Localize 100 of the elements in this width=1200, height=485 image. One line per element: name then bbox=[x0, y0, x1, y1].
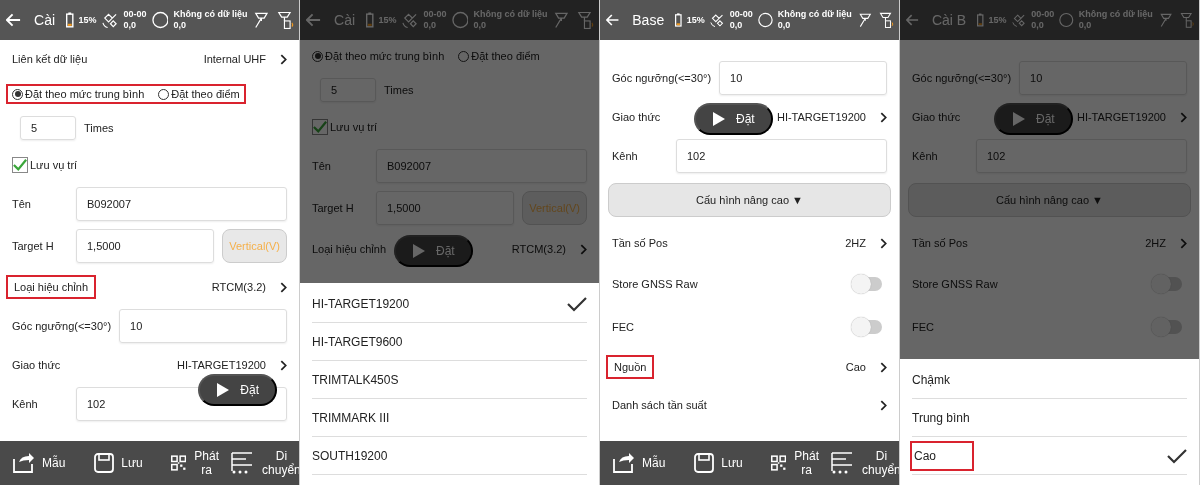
option-label: TRIMMARK III bbox=[312, 410, 390, 425]
list-icon bbox=[231, 451, 254, 475]
battery-level: 15% bbox=[78, 14, 97, 26]
highlighted-label: Loại hiệu chỉnh bbox=[6, 275, 96, 299]
play-button[interactable]: Đặt bbox=[198, 374, 277, 406]
receiver-phone-icon bbox=[878, 10, 895, 30]
satellite-value: 0,0 bbox=[729, 20, 744, 31]
play-button[interactable]: Đặt bbox=[694, 103, 773, 135]
battery-icon bbox=[977, 12, 984, 28]
satellite-count: 00-00 bbox=[729, 9, 753, 20]
chevron-icon bbox=[1180, 111, 1187, 123]
qr-code-icon bbox=[170, 453, 186, 473]
fix-value: 0,0 bbox=[473, 20, 487, 31]
satellite-count: 00-00 bbox=[123, 9, 147, 20]
option-label: HI-TARGET9600 bbox=[312, 334, 403, 349]
chevron-icon bbox=[880, 361, 887, 373]
battery-icon bbox=[675, 12, 682, 28]
play-icon bbox=[1012, 111, 1026, 127]
setting-label: Target H bbox=[312, 202, 355, 214]
check-icon bbox=[1167, 447, 1187, 464]
ring-icon bbox=[757, 11, 773, 29]
screen-title: Cài B bbox=[931, 12, 967, 28]
back-arrow-icon[interactable] bbox=[606, 13, 620, 27]
advanced-config-button[interactable]: Cấu hình nâng cao ▼ bbox=[608, 183, 891, 217]
text-field[interactable]: B092007 bbox=[76, 187, 287, 221]
toolbar-button[interactable]: Mẫu bbox=[10, 450, 68, 476]
setting-label: Tên bbox=[12, 198, 32, 210]
option-label: Chậmk bbox=[912, 372, 950, 387]
receiver-phone-icon bbox=[1178, 10, 1195, 30]
setting-value[interactable]: Cao bbox=[845, 361, 866, 373]
sheet-option[interactable]: SOUTH19200 bbox=[312, 437, 587, 475]
satellite-icon bbox=[709, 11, 725, 29]
sheet-option[interactable]: Trung bình bbox=[912, 399, 1187, 437]
chevron-icon bbox=[880, 111, 887, 123]
setting-label: Kênh bbox=[612, 150, 639, 162]
qr-code-icon bbox=[770, 453, 786, 473]
sheet-option[interactable]: HI-TARGET19200 bbox=[312, 285, 587, 323]
back-arrow-icon[interactable] bbox=[6, 13, 22, 27]
chevron-icon bbox=[580, 243, 587, 255]
text-field[interactable]: 10 bbox=[719, 61, 887, 95]
setting-value[interactable]: RTCM(3.2) bbox=[211, 281, 266, 293]
reply-box-icon bbox=[612, 452, 636, 474]
text-field[interactable]: 10 bbox=[119, 309, 287, 343]
chevron-icon bbox=[280, 281, 287, 293]
sheet-option[interactable]: Chậmk bbox=[912, 361, 1187, 399]
setting-label: Giao thức bbox=[912, 111, 961, 123]
setting-label: Tần số Pos bbox=[612, 237, 668, 249]
toolbar-button[interactable]: Lưu bbox=[691, 450, 745, 476]
setting-label: Góc ngưỡng(<=30°) bbox=[912, 72, 1012, 84]
battery-icon bbox=[66, 12, 74, 28]
satellite-icon bbox=[1011, 11, 1027, 29]
setting-label: Liên kết dữ liệu bbox=[12, 53, 88, 65]
toolbar-button[interactable]: Phát ra bbox=[768, 447, 824, 479]
setting-label: Giao thức bbox=[12, 359, 61, 371]
fix-status: Không có dữ liệu bbox=[777, 9, 852, 20]
play-icon bbox=[216, 382, 231, 398]
setting-label: Góc ngưỡng(<=30°) bbox=[12, 320, 112, 332]
fix-status: Không có dữ liệu bbox=[173, 9, 248, 20]
satellite-value: 0,0 bbox=[123, 20, 137, 31]
toolbar-button[interactable]: Phát ra bbox=[168, 447, 224, 479]
setting-value[interactable]: HI-TARGET19200 bbox=[776, 111, 866, 123]
setting-label: Loại hiệu chỉnh bbox=[312, 243, 386, 255]
chevron-icon bbox=[880, 399, 887, 411]
text-field[interactable]: 102 bbox=[676, 139, 887, 173]
fix-value: 0,0 bbox=[1078, 20, 1093, 31]
list-icon bbox=[831, 451, 854, 475]
option-label: SOUTH19200 bbox=[312, 448, 388, 463]
fix-value: 0,0 bbox=[777, 20, 792, 31]
setting-value[interactable]: Internal UHF bbox=[203, 53, 266, 65]
highlighted-label: Cao bbox=[910, 440, 974, 471]
toolbar-button[interactable]: Mẫu bbox=[610, 450, 668, 476]
satellite-count: 00-00 bbox=[423, 9, 447, 20]
ring-icon bbox=[451, 11, 469, 29]
setting-label: FEC bbox=[912, 320, 934, 333]
satellite-icon bbox=[401, 11, 419, 29]
setting-label: Kênh bbox=[912, 150, 939, 162]
sheet-option[interactable]: Cao bbox=[912, 437, 1187, 475]
sheet-option[interactable]: TRIMTALK450S bbox=[312, 361, 587, 399]
count-field[interactable]: 5 bbox=[20, 116, 76, 140]
satellite-value: 0,0 bbox=[1031, 20, 1045, 31]
sheet-option[interactable]: HI-TARGET9600 bbox=[312, 323, 587, 361]
battery-icon bbox=[366, 12, 374, 28]
setting-label: FEC bbox=[612, 320, 634, 333]
setting-value[interactable]: HI-TARGET19200 bbox=[176, 359, 266, 371]
radio-option[interactable]: Đặt theo mức trung bình bbox=[12, 88, 145, 100]
play-icon bbox=[412, 243, 426, 259]
radio-option[interactable]: Đặt theo điểm bbox=[158, 88, 240, 100]
fix-status: Không có dữ liệu bbox=[1078, 9, 1153, 20]
receiver-phone-icon bbox=[576, 10, 595, 30]
ring-icon bbox=[151, 11, 169, 29]
setting-value[interactable]: 2HZ bbox=[845, 237, 866, 249]
toolbar-button[interactable]: Lưu bbox=[91, 450, 145, 476]
checkbox[interactable]: Lưu vụ trí bbox=[12, 157, 78, 173]
ring-icon bbox=[1059, 11, 1074, 29]
setting-label: Kênh bbox=[12, 398, 39, 410]
sheet-option[interactable]: TRIMMARK III bbox=[312, 399, 587, 437]
floppy-icon bbox=[693, 452, 716, 474]
setting-label: Tần số Pos bbox=[912, 237, 968, 249]
battery-level: 15% bbox=[378, 14, 397, 26]
screen-title: Base bbox=[632, 12, 665, 28]
